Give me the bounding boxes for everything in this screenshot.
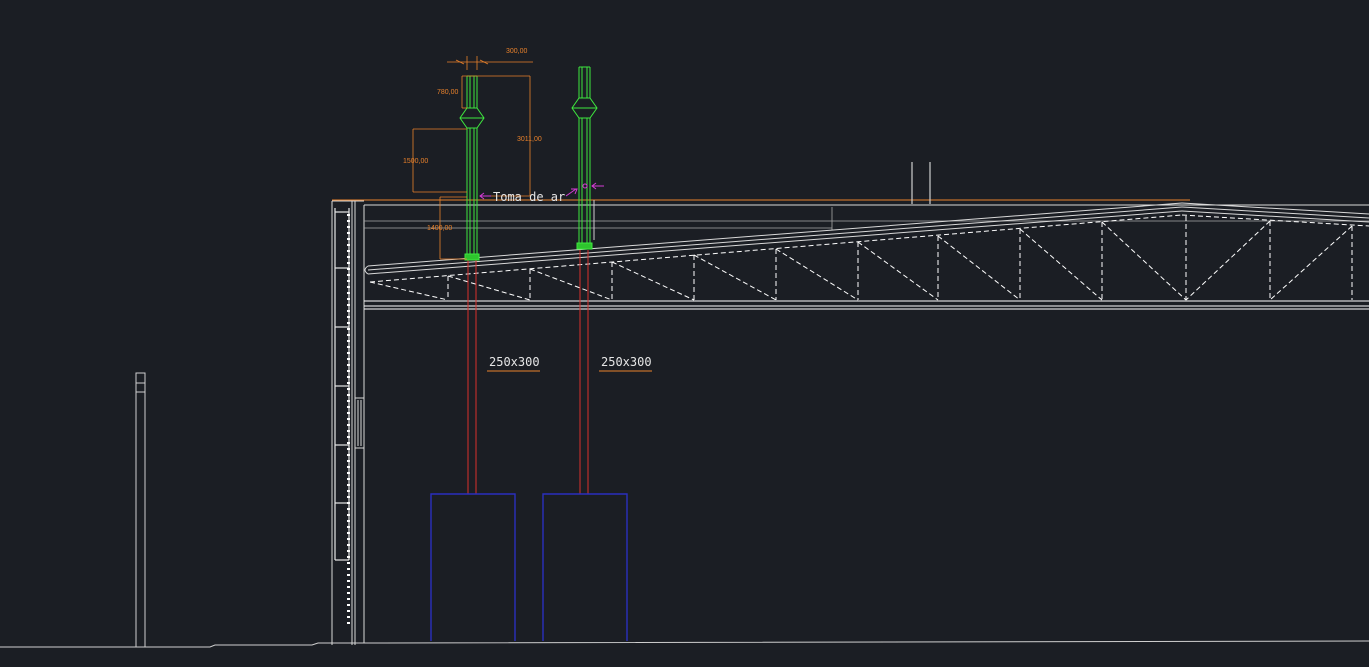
chimney-2 <box>571 66 598 250</box>
svg-text:250x300: 250x300 <box>489 355 540 369</box>
svg-text:1400,00: 1400,00 <box>427 225 452 232</box>
chimney-1 <box>459 75 485 261</box>
ceiling-beam <box>364 300 1369 310</box>
arrow-left-icon <box>479 192 491 200</box>
exhaust-ducts <box>467 250 589 494</box>
wall-ladder <box>334 208 350 561</box>
svg-text:250x300: 250x300 <box>601 355 652 369</box>
duct-label-1: 250x300 <box>487 355 540 372</box>
arrow-left-icon <box>565 183 588 197</box>
left-post <box>135 372 146 647</box>
duct-label-2: 250x300 <box>599 355 652 372</box>
svg-text:3011,00: 3011,00 <box>517 136 542 143</box>
air-intake-annotation: Toma de ar <box>479 182 604 204</box>
svg-text:1500,00: 1500,00 <box>403 158 428 165</box>
cad-section-drawing: 250x300 250x300 300,00 780,00 3011,00 15… <box>0 48 1369 648</box>
equipment-unit-1 <box>430 493 516 641</box>
svg-text:Toma de ar: Toma de ar <box>493 190 565 204</box>
equipment-unit-2 <box>542 493 628 641</box>
ground-line <box>0 640 1369 648</box>
roof-slope <box>364 202 1369 275</box>
arrow-left-icon <box>591 182 604 190</box>
svg-text:300,00: 300,00 <box>506 48 528 55</box>
svg-text:780,00: 780,00 <box>437 89 459 96</box>
ladder-bolts <box>347 214 350 624</box>
